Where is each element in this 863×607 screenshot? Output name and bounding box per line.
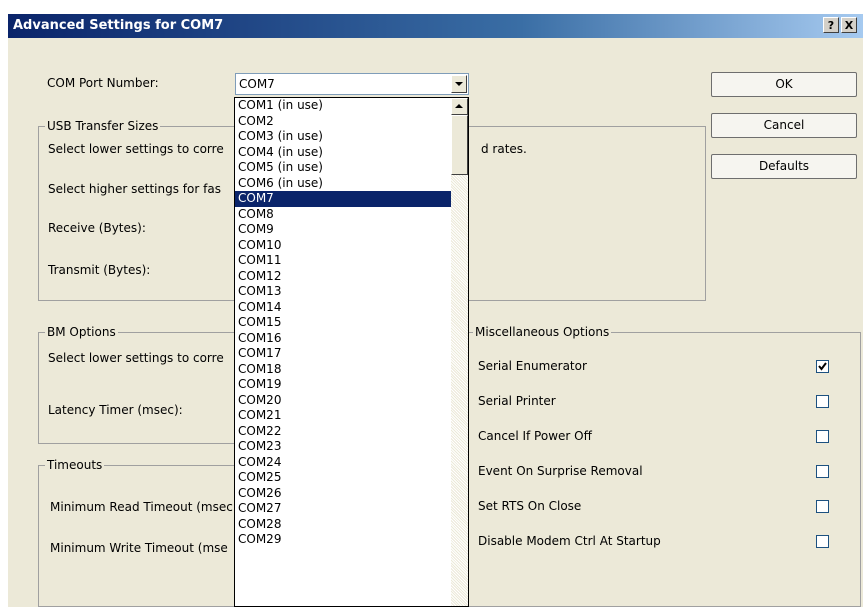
usb-higher-text: Select higher settings for fas <box>48 182 221 196</box>
misc-option-label: Cancel If Power Off <box>478 429 592 443</box>
ok-button[interactable]: OK <box>711 72 857 97</box>
dropdown-option[interactable]: COM26 <box>235 486 468 502</box>
dropdown-option[interactable]: COM19 <box>235 377 468 393</box>
com-port-dropdown-list[interactable]: COM1 (in use) COM2 COM3 (in use) COM4 (in u… <box>234 97 469 607</box>
dropdown-option[interactable]: COM24 <box>235 455 468 471</box>
title-bar[interactable]: Advanced Settings for COM7 ? X <box>8 14 863 38</box>
misc-option-label: Serial Enumerator <box>478 359 587 373</box>
dropdown-option[interactable]: COM1 (in use) <box>235 98 468 114</box>
dropdown-items: COM1 (in use) COM2 COM3 (in use) COM4 (in u… <box>235 98 468 548</box>
dropdown-option[interactable]: COM18 <box>235 362 468 378</box>
dropdown-option[interactable]: COM28 <box>235 517 468 533</box>
dropdown-option[interactable]: COM9 <box>235 222 468 238</box>
min-write-timeout-label: Minimum Write Timeout (mse <box>50 541 228 555</box>
scroll-up-button[interactable] <box>451 98 468 115</box>
chevron-up-icon <box>455 104 463 108</box>
com-port-value: COM7 <box>239 77 275 91</box>
dropdown-option[interactable]: COM16 <box>235 331 468 347</box>
close-button[interactable]: X <box>841 17 857 33</box>
bm-options-legend: BM Options <box>45 325 118 339</box>
transmit-label: Transmit (Bytes): <box>48 263 151 277</box>
dropdown-option[interactable]: COM4 (in use) <box>235 145 468 161</box>
dropdown-option[interactable]: COM13 <box>235 284 468 300</box>
dropdown-option[interactable]: COM17 <box>235 346 468 362</box>
com-port-combo[interactable]: COM7 <box>235 73 469 95</box>
dropdown-option[interactable]: COM7 <box>235 191 468 207</box>
cancel-button[interactable]: Cancel <box>711 113 857 138</box>
dropdown-option[interactable]: COM21 <box>235 408 468 424</box>
chevron-down-icon <box>455 82 463 86</box>
help-button[interactable]: ? <box>823 17 839 33</box>
defaults-button[interactable]: Defaults <box>711 154 857 179</box>
misc-option-checkbox[interactable] <box>816 535 829 548</box>
dropdown-scrollbar[interactable] <box>451 98 468 606</box>
dropdown-option[interactable]: COM27 <box>235 501 468 517</box>
misc-option-label: Event On Surprise Removal <box>478 464 643 478</box>
dropdown-option[interactable]: COM8 <box>235 207 468 223</box>
misc-options-legend: Miscellaneous Options <box>473 325 612 339</box>
dropdown-option[interactable]: COM11 <box>235 253 468 269</box>
check-icon <box>818 362 827 371</box>
dropdown-option[interactable]: COM22 <box>235 424 468 440</box>
misc-option-checkbox[interactable] <box>816 465 829 478</box>
dropdown-option[interactable]: COM3 (in use) <box>235 129 468 145</box>
dropdown-option[interactable]: COM5 (in use) <box>235 160 468 176</box>
timeouts-legend: Timeouts <box>45 458 105 472</box>
dropdown-option[interactable]: COM25 <box>235 470 468 486</box>
dropdown-option[interactable]: COM10 <box>235 238 468 254</box>
dropdown-option[interactable]: COM2 <box>235 114 468 130</box>
combo-dropdown-button[interactable] <box>451 75 467 93</box>
misc-option-checkbox[interactable] <box>816 430 829 443</box>
usb-transfer-legend: USB Transfer Sizes <box>45 119 161 133</box>
usb-lower-text: Select lower settings to corre <box>48 142 224 156</box>
dropdown-option[interactable]: COM29 <box>235 532 468 548</box>
latency-label: Latency Timer (msec): <box>48 403 183 417</box>
dropdown-option[interactable]: COM15 <box>235 315 468 331</box>
dropdown-option[interactable]: COM23 <box>235 439 468 455</box>
com-port-label: COM Port Number: <box>47 76 159 90</box>
dropdown-option[interactable]: COM14 <box>235 300 468 316</box>
misc-option-checkbox[interactable] <box>816 395 829 408</box>
misc-option-checkbox[interactable] <box>816 360 829 373</box>
misc-option-label: Set RTS On Close <box>478 499 582 513</box>
window-title: Advanced Settings for COM7 <box>13 18 224 33</box>
misc-option-label: Disable Modem Ctrl At Startup <box>478 534 661 548</box>
scroll-thumb[interactable] <box>451 115 468 175</box>
dropdown-option[interactable]: COM6 (in use) <box>235 176 468 192</box>
dialog-body: COM Port Number: COM7 OK Cancel Defaults… <box>8 38 863 607</box>
dropdown-option[interactable]: COM20 <box>235 393 468 409</box>
misc-option-label: Serial Printer <box>478 394 556 408</box>
bm-lower-text: Select lower settings to corre <box>48 351 224 365</box>
usb-lower-text-tail: d rates. <box>481 142 527 156</box>
min-read-timeout-label: Minimum Read Timeout (msec <box>50 500 233 514</box>
dropdown-option[interactable]: COM12 <box>235 269 468 285</box>
receive-label: Receive (Bytes): <box>48 221 146 235</box>
misc-option-checkbox[interactable] <box>816 500 829 513</box>
